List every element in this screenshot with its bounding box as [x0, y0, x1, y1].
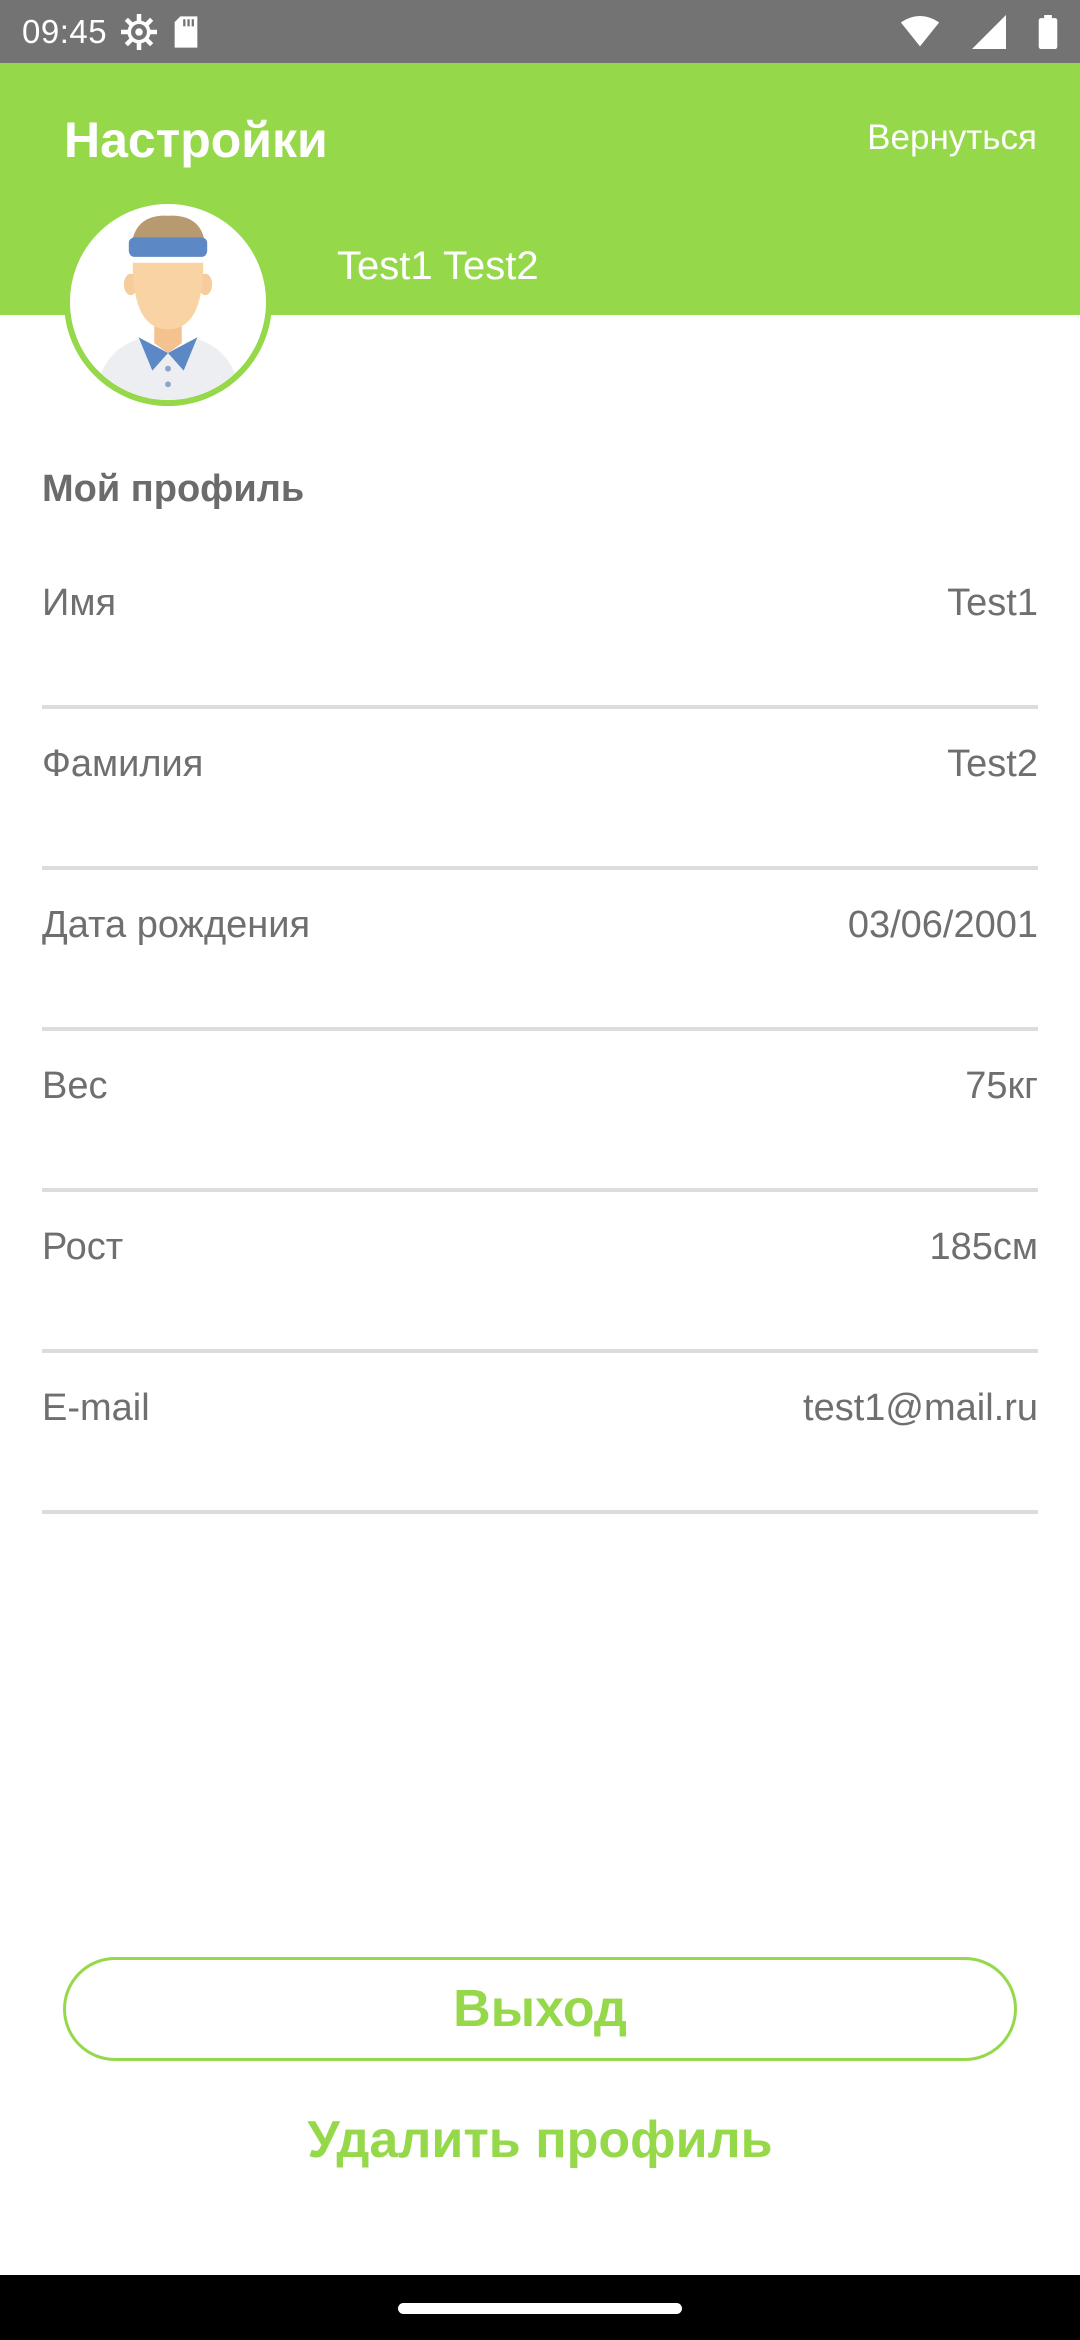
field-label: Дата рождения	[42, 904, 311, 946]
user-avatar-icon	[70, 204, 266, 400]
field-label: Вес	[42, 1065, 108, 1107]
sd-card-icon	[171, 15, 201, 49]
field-value: test1@mail.ru	[803, 1387, 1038, 1429]
status-bar: 09:45	[0, 0, 1080, 63]
back-button[interactable]: Вернуться	[867, 118, 1037, 158]
page-title: Настройки	[64, 112, 328, 168]
field-email[interactable]: E-mail test1@mail.ru	[42, 1353, 1038, 1514]
battery-icon	[1038, 14, 1058, 49]
user-full-name: Test1 Test2	[337, 244, 539, 288]
field-last-name[interactable]: Фамилия Test2	[42, 709, 1038, 870]
field-height[interactable]: Рост 185см	[42, 1192, 1038, 1353]
section-title-my-profile: Мой профиль	[42, 468, 305, 510]
status-icons-right	[886, 14, 1058, 49]
field-value: Test1	[947, 582, 1038, 624]
logout-button[interactable]: Выход	[63, 1957, 1017, 2061]
settings-screen: 09:45 Настройки Вернуться Test1 Test2 Мо…	[0, 0, 1080, 2340]
settings-gear-icon	[121, 13, 158, 50]
field-weight[interactable]: Вес 75кг	[42, 1031, 1038, 1192]
field-label: Имя	[42, 582, 117, 624]
delete-profile-button[interactable]: Удалить профиль	[0, 2110, 1080, 2170]
field-label: Рост	[42, 1226, 124, 1268]
field-label: Фамилия	[42, 743, 204, 785]
field-first-name[interactable]: Имя Test1	[42, 548, 1038, 709]
status-time: 09:45	[22, 12, 108, 50]
field-value: Test2	[947, 743, 1038, 785]
avatar[interactable]	[64, 198, 272, 406]
field-value: 75кг	[965, 1065, 1038, 1107]
field-value: 03/06/2001	[847, 904, 1038, 946]
profile-fields: Имя Test1 Фамилия Test2 Дата рождения 03…	[42, 548, 1038, 1514]
field-birth-date[interactable]: Дата рождения 03/06/2001	[42, 870, 1038, 1031]
field-value: 185см	[929, 1226, 1038, 1268]
system-nav-bar	[0, 2275, 1080, 2340]
wifi-icon	[900, 15, 940, 48]
home-indicator[interactable]	[398, 2303, 682, 2314]
signal-icon	[972, 14, 1006, 49]
field-label: E-mail	[42, 1387, 150, 1429]
